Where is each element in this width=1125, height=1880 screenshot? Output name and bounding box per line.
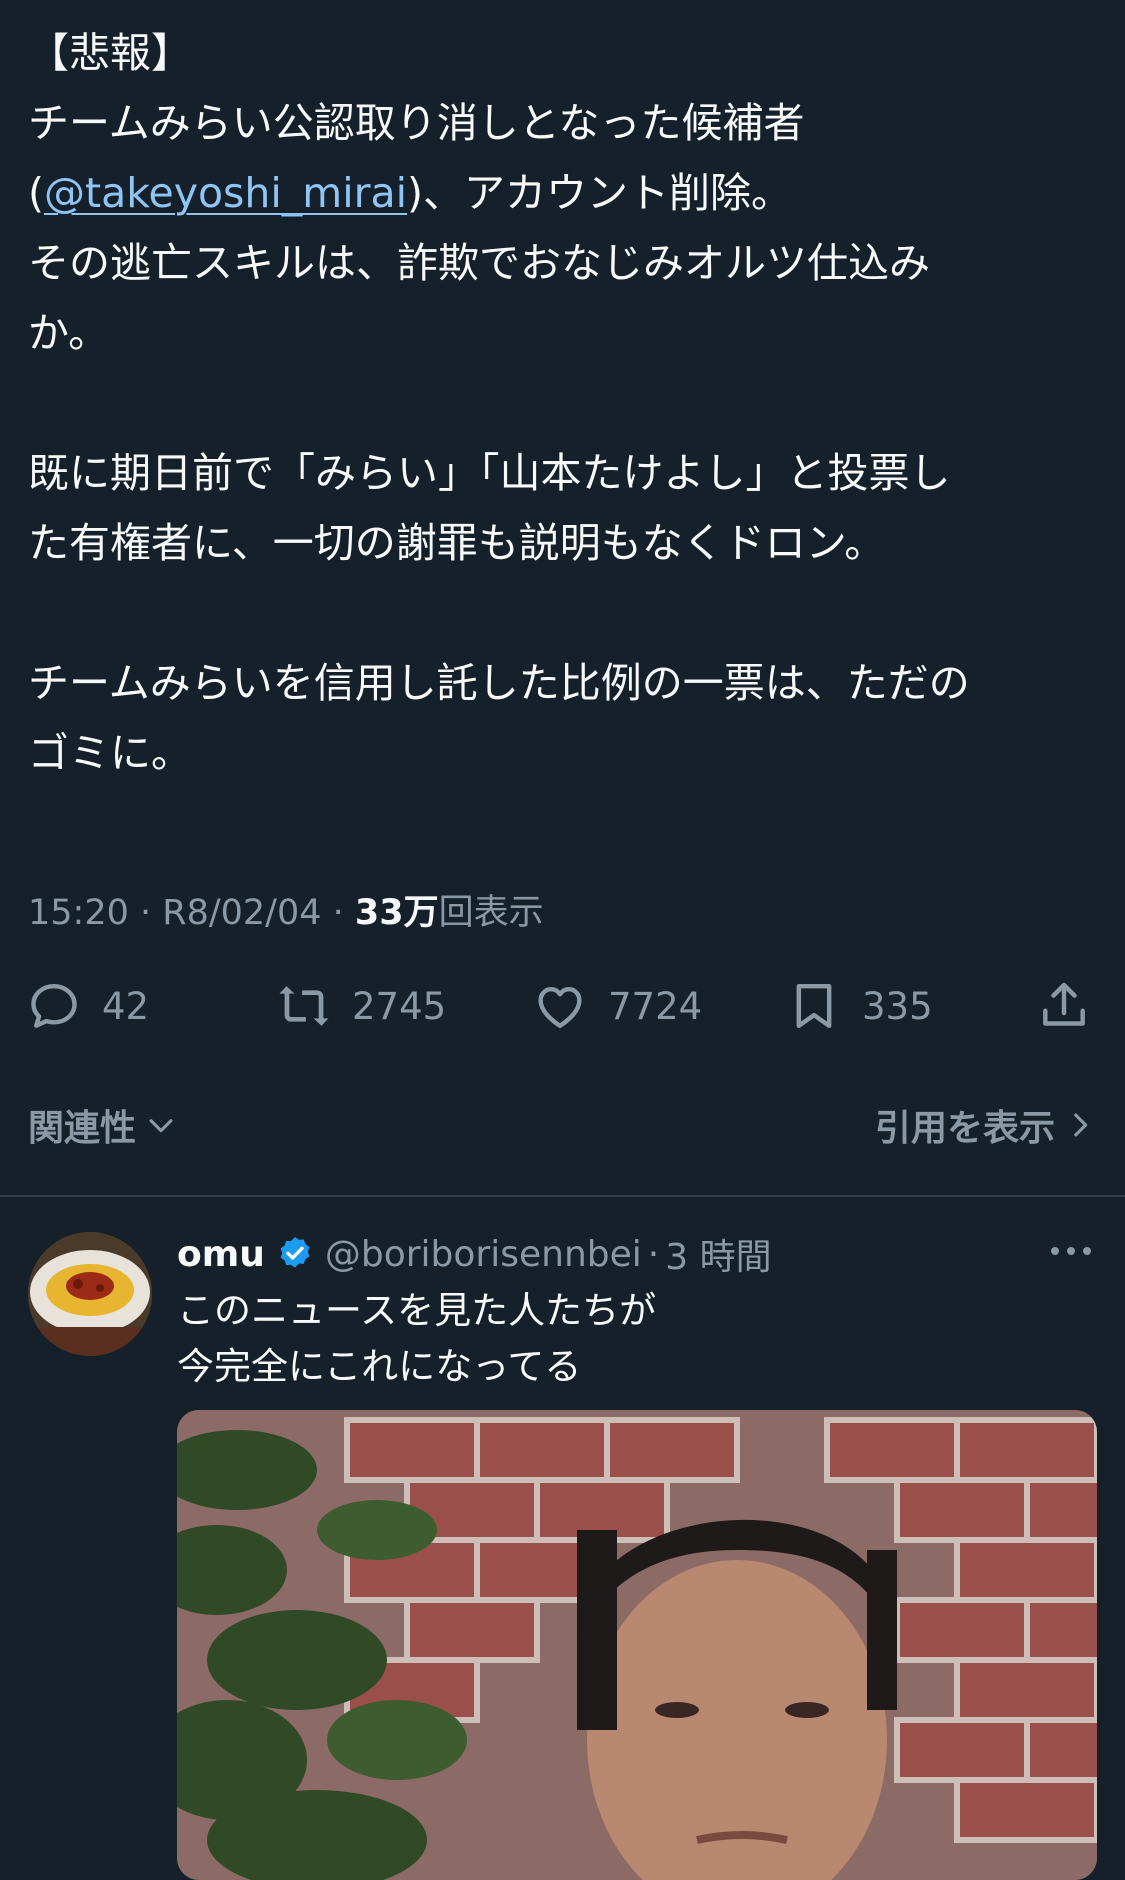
chevron-right-icon bbox=[1074, 1113, 1088, 1137]
tweet-line: か。 bbox=[28, 309, 110, 357]
tweet-text: 【悲報】 チームみらい公認取り消しとなった候補者 (@takeyoshi_mir… bbox=[28, 18, 1088, 788]
more-icon[interactable] bbox=[1047, 1239, 1095, 1263]
tweet-line-mention: (@takeyoshi_mirai)、アカウント削除。 bbox=[28, 158, 1088, 228]
views-label: 回表示 bbox=[438, 893, 544, 933]
chevron-down-icon bbox=[149, 1119, 173, 1133]
bookmark-icon bbox=[796, 983, 832, 1029]
retweet-icon bbox=[279, 986, 329, 1026]
relevance-label: 関連性 bbox=[28, 1108, 137, 1149]
tweet-meta: 15:20 · R8/02/04 · 33万回表示 bbox=[28, 884, 544, 935]
meta-separator: · bbox=[321, 893, 355, 933]
reply-dot: · bbox=[647, 1233, 660, 1275]
verified-badge-icon bbox=[280, 1237, 310, 1268]
avatar[interactable] bbox=[28, 1232, 152, 1356]
reply-time[interactable]: 3 時間 bbox=[665, 1228, 771, 1280]
view-quotes-link[interactable]: 引用を表示 bbox=[875, 1098, 1097, 1152]
like-count: 7724 bbox=[608, 984, 703, 1028]
views-count: 33万 bbox=[354, 893, 439, 933]
retweet-button[interactable]: 2745 bbox=[276, 976, 446, 1036]
tweet-line: チームみらい公認取り消しとなった候補者 bbox=[28, 99, 805, 147]
reply-media-image[interactable] bbox=[177, 1410, 1097, 1880]
paren-open: ( bbox=[28, 169, 44, 217]
relevance-sort-button[interactable]: 関連性 bbox=[28, 1098, 178, 1152]
action-bar: 42 2745 7724 335 bbox=[0, 976, 1125, 1036]
tweet-line: 【悲報】 bbox=[28, 29, 192, 77]
tweet-line: その逃亡スキルは、詐欺でおなじみオルツ仕込み bbox=[28, 239, 930, 287]
paren-close: )、アカウント削除。 bbox=[407, 169, 792, 217]
tweet-line: ゴミに。 bbox=[28, 729, 192, 777]
like-button[interactable]: 7724 bbox=[532, 976, 702, 1036]
tweet-line: チームみらいを信用し託した比例の一票は、ただの bbox=[28, 659, 970, 707]
meta-separator: · bbox=[128, 893, 163, 933]
reply-header: omu @boriborisennbei · 3 時間 bbox=[177, 1227, 772, 1281]
reply-line: 今完全にこれになってる bbox=[177, 1345, 582, 1388]
reply-author-name[interactable]: omu bbox=[177, 1234, 265, 1275]
share-icon bbox=[1043, 982, 1085, 1026]
tweet-time[interactable]: 15:20 bbox=[28, 893, 129, 933]
reply-count: 42 bbox=[102, 984, 150, 1028]
share-button[interactable] bbox=[1036, 976, 1092, 1036]
like-icon bbox=[538, 986, 582, 1029]
reply-sort-row: 関連性 引用を表示 bbox=[0, 1098, 1125, 1152]
reply-icon bbox=[31, 983, 77, 1028]
reply-text: このニュースを見た人たちが 今完全にこれになってる bbox=[177, 1283, 656, 1395]
reply-button[interactable]: 42 bbox=[26, 976, 149, 1036]
tweet-line: た有権者に、一切の謝罪も説明もなくドロン。 bbox=[28, 519, 886, 567]
mention-link[interactable]: @takeyoshi_mirai bbox=[44, 169, 407, 217]
reply-author-handle[interactable]: @boriborisennbei bbox=[325, 1234, 642, 1275]
tweet-date[interactable]: R8/02/04 bbox=[162, 893, 321, 933]
retweet-count: 2745 bbox=[352, 984, 447, 1028]
view-quotes-label: 引用を表示 bbox=[874, 1108, 1055, 1149]
tweet-line: 既に期日前で「みらい」「山本たけよし」と投票し bbox=[28, 449, 951, 497]
bookmark-count: 335 bbox=[862, 984, 933, 1028]
reply-tweet[interactable]: omu @boriborisennbei · 3 時間 このニュースを見た人たち… bbox=[0, 1197, 1125, 1880]
bookmark-button[interactable]: 335 bbox=[786, 976, 933, 1036]
reply-line: このニュースを見た人たちが bbox=[177, 1289, 657, 1332]
